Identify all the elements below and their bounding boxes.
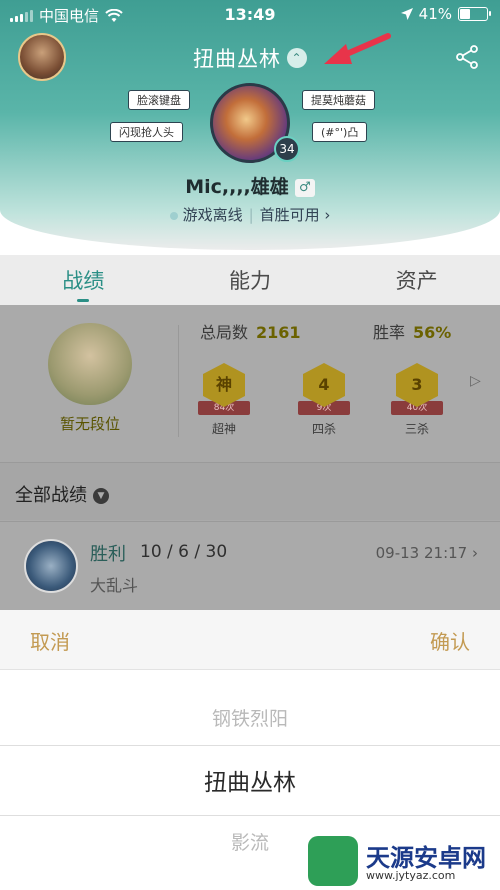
badge-name: 三杀 [404,422,429,436]
server-selector[interactable]: 扭曲丛林 ⌃ [0,43,500,73]
status-bar: 中国电信 13:49 41% [0,0,500,30]
filter-text: 全部战绩 [15,485,87,506]
total-games-value: 2161 [256,323,301,342]
watermark: 天源安卓网 www.jytyaz.com [308,836,498,886]
location-arrow-icon [400,8,413,20]
rank-mascot-image [48,323,132,405]
picker-option-selected[interactable]: 扭曲丛林 [0,763,500,797]
status-separator: | [248,206,254,224]
picker-option[interactable]: 钢铁烈阳 [0,704,500,731]
win-rate-value: 56% [413,323,452,342]
record-filter[interactable]: 全部战绩 ▼ [0,462,500,520]
rank-panel: 暂无段位 [40,323,140,434]
match-record-row[interactable]: 胜利 10 / 6 / 30 大乱斗 09-13 21:17 › [0,521,500,610]
match-date-text: 09-13 21:17 [375,544,468,562]
champion-icon [24,539,78,593]
username: Mic,,,,雄雄 [185,176,289,198]
filter-label[interactable]: 全部战绩 ▼ [15,481,109,507]
picker-selection-line [0,815,500,816]
red-arrow-annotation [324,33,391,64]
cancel-button[interactable]: 取消 [30,626,70,655]
first-win-status[interactable]: 首胜可用 [260,206,320,224]
status-right: 41% [400,5,491,23]
tag-4: (#°')凸 [312,122,368,142]
status-dot-icon [169,211,178,220]
chevron-right-icon[interactable]: ▷ [470,373,481,389]
chevron-right-icon: › [467,544,478,562]
win-rate-label: 胜率 [373,323,406,342]
tab-assets[interactable]: 资产 [372,265,462,295]
chevron-up-icon[interactable]: ⌃ [287,48,307,68]
chevron-right-icon: › [319,206,331,224]
username-row: Mic,,,,雄雄 ♂ [0,172,500,199]
watermark-name: 天源安卓网 [366,844,486,872]
server-name: 扭曲丛林 [193,47,281,71]
tag-2: 闪现抢人头 [110,122,183,142]
tab-ability[interactable]: 能力 [205,265,295,295]
level-badge: 34 [274,136,300,162]
match-result: 胜利 [90,544,126,565]
tab-record[interactable]: 战绩 [38,265,128,302]
picker-selection-line [0,745,500,746]
badge-triple: 3 40次 三杀 [389,363,445,437]
chevron-down-icon: ▼ [93,488,109,504]
rank-label: 暂无段位 [59,415,120,433]
share-icon[interactable] [454,44,480,70]
record-content: 暂无段位 总局数 2161 胜率 56% 神 84次 超神 4 9次 四杀 3 40… [0,305,500,610]
total-games-label: 总局数 [200,323,249,342]
divider [178,325,179,437]
android-logo-icon [308,836,358,886]
server-title[interactable]: 扭曲丛林 ⌃ [193,43,307,73]
online-status-row: 游戏离线 | 首胜可用 › [0,204,500,225]
badge-name: 超神 [211,422,236,436]
total-games: 总局数 2161 [200,319,301,343]
tag-3: 提莫炖蘑菇 [302,90,375,110]
match-kda: 10 / 6 / 30 [140,542,228,562]
tab-bar: 战绩 能力 资产 [0,255,500,305]
win-rate: 胜率 56% [373,319,451,343]
confirm-button[interactable]: 确认 [430,626,470,655]
badge-name: 四杀 [311,422,336,436]
match-mode: 大乱斗 [90,576,139,595]
badge-legendary: 神 84次 超神 [196,363,252,437]
battery-percent: 41% [418,5,452,23]
match-date: 09-13 21:17 › [376,544,478,562]
watermark-url: www.jytyaz.com [366,869,456,882]
badge-quadra: 4 9次 四杀 [296,363,352,437]
male-icon: ♂ [294,178,315,197]
online-status: 游戏离线 [182,206,243,224]
battery-fill [460,9,470,19]
tag-1: 脸滚键盘 [128,90,190,110]
battery-icon [458,7,491,21]
picker-header: 取消 确认 [0,610,500,670]
